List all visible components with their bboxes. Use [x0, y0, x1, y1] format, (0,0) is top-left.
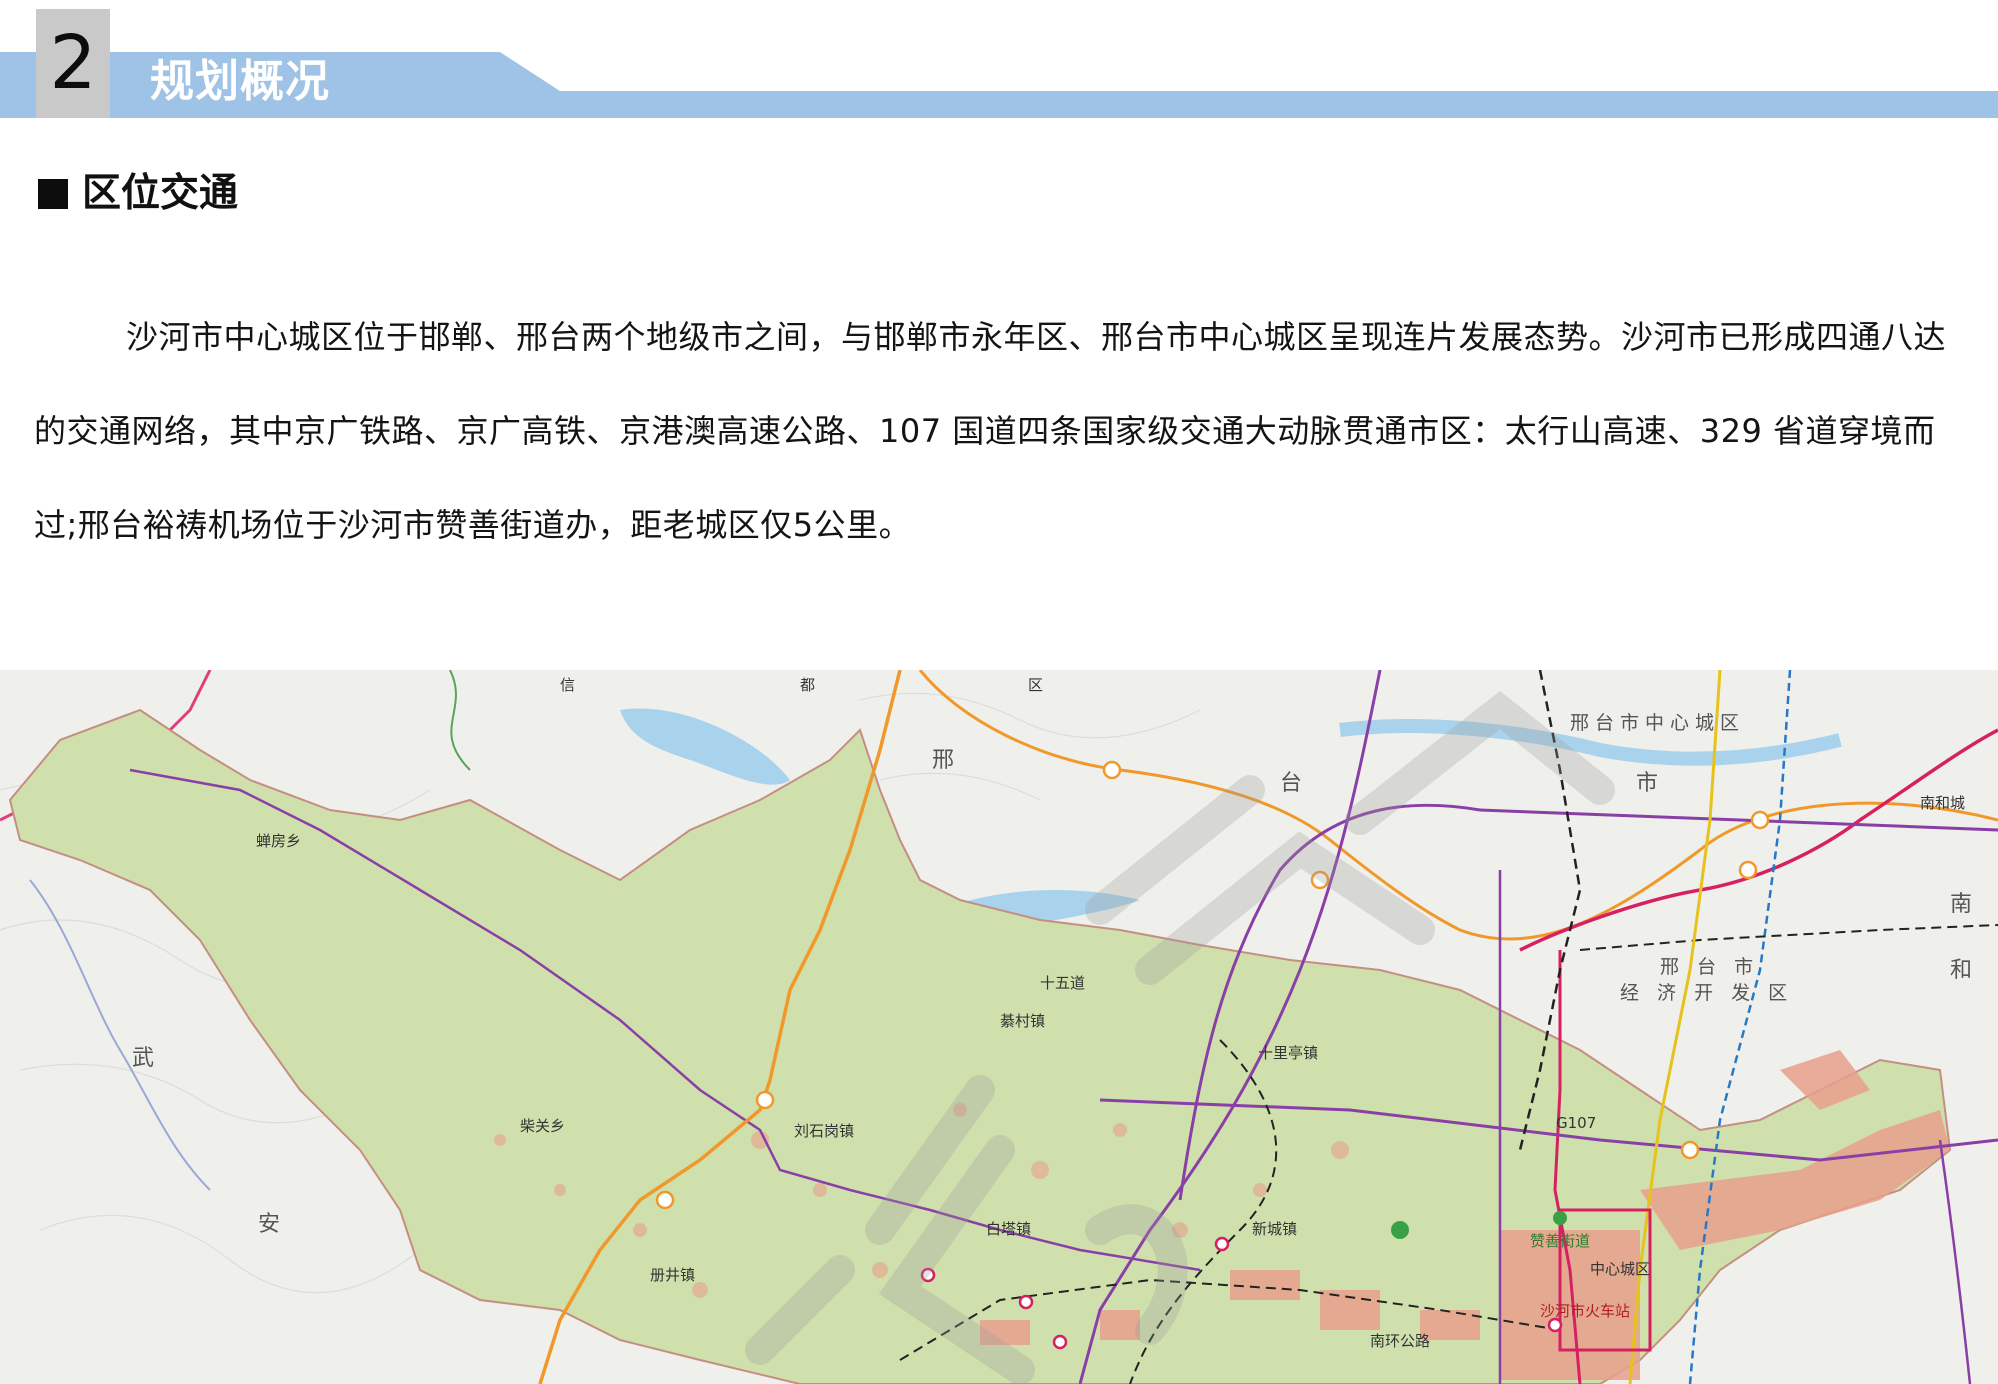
body-paragraph: 沙河市中心城区位于邯郸、邢台两个地级市之间，与邯郸市永年区、邢台市中心城区呈现连…: [34, 318, 1947, 544]
map-label-caicun: 綦村镇: [1000, 1012, 1046, 1030]
section-heading: 区位交通: [38, 166, 238, 222]
map-label-shijiulizhuang: 十里亭镇: [1258, 1044, 1319, 1062]
map-label-route-1: 十五道: [1040, 974, 1086, 992]
map-label-station: 沙河市火车站: [1540, 1302, 1631, 1320]
chapter-number: 2: [36, 9, 110, 118]
map-label-jiaqiu: 赞善街道: [1530, 1232, 1591, 1250]
map-label-econ-zone-2: 经 济 开 发 区: [1620, 982, 1794, 1004]
map-label-wu: 武: [132, 1046, 165, 1071]
map-label-nanhe: 南和城: [1920, 794, 1966, 812]
map-graphic: [0, 670, 1998, 1384]
map-label-du: 都: [800, 676, 816, 694]
chapter-title: 规划概况: [150, 56, 330, 107]
map-label-g107: G107: [1556, 1114, 1597, 1132]
map-label-econ-zone-1: 邢 台 市: [1660, 956, 1760, 978]
map-label-zhongxin: 中心城区: [1590, 1260, 1651, 1278]
section-title: 区位交通: [82, 171, 239, 216]
map-label-an: 安: [258, 1212, 291, 1237]
map-label-qu: 区: [1028, 676, 1044, 694]
map-label-chanfang: 蝉房乡: [256, 832, 302, 850]
map-label-cefang: 册井镇: [650, 1266, 696, 1284]
map-label-xingtai-center: 邢台市中心城区: [1570, 712, 1746, 734]
map-label-baita: 白塔镇: [986, 1220, 1032, 1238]
map-label-xincheng: 新城镇: [1252, 1220, 1298, 1238]
location-traffic-map: 邢台市中心城区 邢 台 市 南和城 南 和 邢 台 市 经 济 开 发 区 武 …: [0, 670, 1998, 1384]
map-label-liushigang: 刘石岗镇: [794, 1122, 855, 1140]
map-label-he: 和: [1950, 958, 1983, 983]
map-label-nan: 南: [1950, 892, 1983, 917]
map-label-tai: 台: [1280, 771, 1313, 796]
map-label-xin: 信: [560, 676, 576, 694]
map-label-shi: 市: [1636, 771, 1669, 796]
map-label-chaihe: 柴关乡: [520, 1117, 566, 1135]
square-bullet-icon: [38, 179, 68, 209]
map-label-xing: 邢: [932, 748, 965, 773]
map-label-route-2: 南环公路: [1370, 1332, 1431, 1350]
